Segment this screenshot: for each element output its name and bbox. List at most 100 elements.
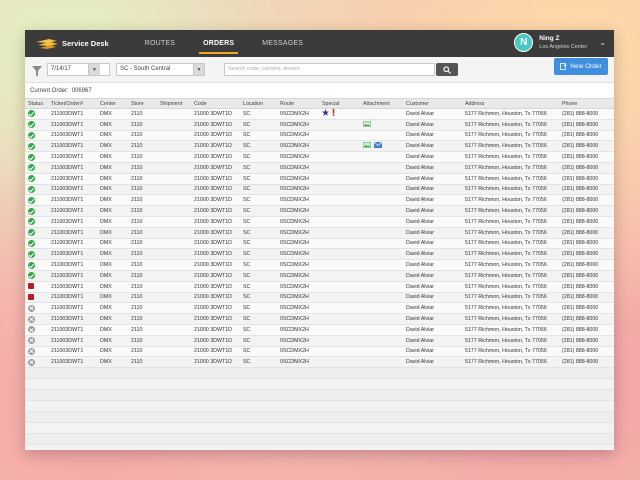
center-cell: DMX [97, 292, 128, 304]
column-header[interactable]: Shipment [157, 98, 191, 109]
image-icon[interactable] [362, 120, 372, 129]
ticket-cell: 211003DWT1 [48, 151, 97, 163]
nav-tab-routes[interactable]: ROUTES [131, 30, 189, 57]
empty-row [25, 434, 614, 446]
column-header[interactable]: Location [240, 98, 277, 109]
table-row[interactable]: 211003DWT1 DMX 2110 21000 3DWT1D SC 0SCDMX2H D… [25, 173, 614, 185]
shipment-cell [157, 151, 191, 163]
new-order-button[interactable]: New Order [554, 58, 608, 75]
region-select[interactable]: SC - South Central [116, 63, 205, 76]
table-row[interactable]: 211003DWT1 DMX 2110 21000 3DWT1D SC 0SCDMX2H D… [25, 324, 614, 336]
table-row[interactable]: 211003DWT1 DMX 2110 21000 3DWT1D SC 0SCDMX2H D… [25, 119, 614, 131]
table-row[interactable]: 211003DWT1 DMX 2110 21000 3DWT1D SC 0SCDMX2H D… [25, 356, 614, 369]
code-cell: 21000 3DWT1D [191, 205, 240, 217]
empty-row [25, 412, 614, 424]
column-header[interactable]: Route [277, 98, 319, 109]
search-input[interactable]: Search code, carriers, drivers [224, 63, 435, 76]
customer-cell: David Alviar [403, 194, 462, 207]
table-row[interactable]: 211003DWT1 DMX 2110 21000 3DWT1D SC 0SCDMX2H D… [25, 162, 614, 174]
nav-tab-messages[interactable]: MESSAGES [248, 30, 317, 57]
column-header[interactable]: Special [319, 98, 360, 109]
address-cell: 5177 Richmon, Houston, Tx 77056 [462, 162, 559, 174]
user-menu[interactable]: N Ning Z Los Angeles Center ⌄ [514, 33, 606, 52]
customer-cell: David Alviar [403, 151, 462, 163]
mail-icon[interactable] [373, 141, 383, 150]
status-cell [25, 140, 48, 153]
nav-tab-orders[interactable]: ORDERS [189, 30, 248, 57]
shipment-cell [157, 205, 191, 217]
chevron-down-icon[interactable]: ⌄ [599, 38, 606, 47]
table-row[interactable]: 211003DWT1 DMX 2110 21000 3DWT1D SC 0SCDMX2H D… [25, 259, 614, 271]
date-picker[interactable]: 7/14/17 [47, 63, 110, 76]
table-row[interactable]: 211003DWT1 DMX 2110 21000 3DWT1D SC 0SCDMX2H D… [25, 194, 614, 207]
search-button[interactable] [436, 63, 458, 76]
table-row[interactable]: 211003DWT1 DMX 2110 21000 3DWT1D SC 0SCDMX2H D… [25, 292, 614, 304]
table-row[interactable]: 211003DWT1 DMX 2110 21000 3DWT1D SC 0SCDMX2H D… [25, 205, 614, 217]
address-cell: 5177 Richmon, Houston, Tx 77056 [462, 281, 559, 293]
address-cell: 5177 Richmon, Houston, Tx 77056 [462, 270, 559, 282]
attachment-cell [360, 130, 403, 142]
table-row[interactable]: 211003DWT1 DMX 2110 21000 3DWT1D SC 0SCDMX2H D… [25, 184, 614, 196]
table-row[interactable]: 211003DWT1 DMX 2110 21000 3DWT1D SC 0SCDMX2H D… [25, 281, 614, 293]
table-row[interactable]: 211003DWT1 DMX 2110 21000 3DWT1D SC 0SCDMX2H D… [25, 335, 614, 347]
route-cell: 0SCDMX2H [277, 119, 319, 131]
filter-bar: 7/14/17 ▼ SC - South Central ▼ Search co… [25, 57, 614, 83]
table-row[interactable]: 211003DWT1 DMX 2110 21000 3DWT1D SC 0SCDMX2H D… [25, 248, 614, 261]
ticket-cell: 211003DWT1 [48, 281, 97, 293]
table-row[interactable]: 211003DWT1 DMX 2110 21000 3DWT1D SC 0SCDMX2H D… [25, 130, 614, 142]
filter-icon[interactable] [32, 64, 42, 77]
phone-cell: (281) 888-8000 [559, 205, 614, 217]
check-circle-icon [28, 142, 35, 150]
shipment-cell [157, 227, 191, 239]
column-header[interactable]: Attachment [360, 98, 403, 109]
table-row[interactable]: 211003DWT1 DMX 2110 21000 3DWT1D SC 0SCDMX2H D… [25, 227, 614, 239]
attachment-cell [360, 281, 403, 293]
ticket-cell: 211003DWT1 [48, 194, 97, 207]
image-icon[interactable] [362, 141, 372, 150]
column-header[interactable]: Ticket/Order# [48, 98, 97, 109]
table-row[interactable]: 211003DWT1 DMX 2110 21000 3DWT1D SC 0SCDMX2H D… [25, 140, 614, 153]
column-header[interactable]: Code [191, 98, 240, 109]
date-dropdown-icon[interactable]: ▼ [88, 64, 100, 75]
table-row[interactable]: 211003DWT1 DMX 2110 21000 3DWT1D SC 0SCDMX2H D… [25, 270, 614, 282]
table-row[interactable]: 211003DWT1 DMX 2110 21000 3DWT1D SC 0SCDMX2H D… [25, 313, 614, 325]
store-cell: 2110 [128, 194, 157, 207]
user-info: Ning Z Los Angeles Center [539, 34, 587, 52]
route-cell: 0SCDMX2H [277, 162, 319, 174]
code-cell: 21000 3DWT1D [191, 346, 240, 358]
table-row[interactable]: 211003DWT1 DMX 2110 21000 3DWT1D SC 0SCDMX2H D… [25, 108, 614, 120]
center-cell: DMX [97, 259, 128, 271]
airline-logo-icon[interactable] [35, 37, 59, 51]
ticket-cell: 211003DWT1 [48, 346, 97, 358]
store-cell: 2110 [128, 108, 157, 120]
table-row[interactable]: 211003DWT1 DMX 2110 21000 3DWT1D SC 0SCDMX2H D… [25, 151, 614, 163]
table-row[interactable]: 211003DWT1 DMX 2110 21000 3DWT1D SC 0SCDMX2H D… [25, 238, 614, 250]
location-cell: SC [240, 194, 277, 207]
center-cell: DMX [97, 302, 128, 315]
table-row[interactable]: 211003DWT1 DMX 2110 21000 3DWT1D SC 0SCDMX2H D… [25, 216, 614, 228]
status-cell [25, 270, 48, 282]
region-dropdown-icon[interactable]: ▼ [193, 64, 204, 75]
error-square-icon [28, 283, 34, 290]
location-cell: SC [240, 205, 277, 217]
table-row[interactable]: 211003DWT1 DMX 2110 21000 3DWT1D SC 0SCDMX2H D… [25, 346, 614, 358]
column-header[interactable]: Phone [559, 98, 614, 109]
store-cell: 2110 [128, 227, 157, 239]
check-circle-icon [28, 196, 35, 204]
route-cell: 0SCDMX2H [277, 216, 319, 228]
avatar[interactable]: N [514, 33, 534, 52]
location-cell: SC [240, 162, 277, 174]
column-header[interactable]: Center [97, 98, 128, 109]
column-header[interactable]: Customer [403, 98, 462, 109]
column-header[interactable]: Status [25, 98, 48, 109]
store-cell: 2110 [128, 324, 157, 336]
attachment-cell [360, 313, 403, 325]
route-cell: 0SCDMX2H [277, 238, 319, 250]
column-header[interactable]: Store [128, 98, 157, 109]
status-cell [25, 205, 48, 217]
address-cell: 5177 Richmon, Houston, Tx 77056 [462, 140, 559, 153]
store-cell: 2110 [128, 259, 157, 271]
column-header[interactable]: Address [462, 98, 559, 109]
table-row[interactable]: 211003DWT1 DMX 2110 21000 3DWT1D SC 0SCDMX2H D… [25, 302, 614, 315]
address-cell: 5177 Richmon, Houston, Tx 77056 [462, 346, 559, 358]
